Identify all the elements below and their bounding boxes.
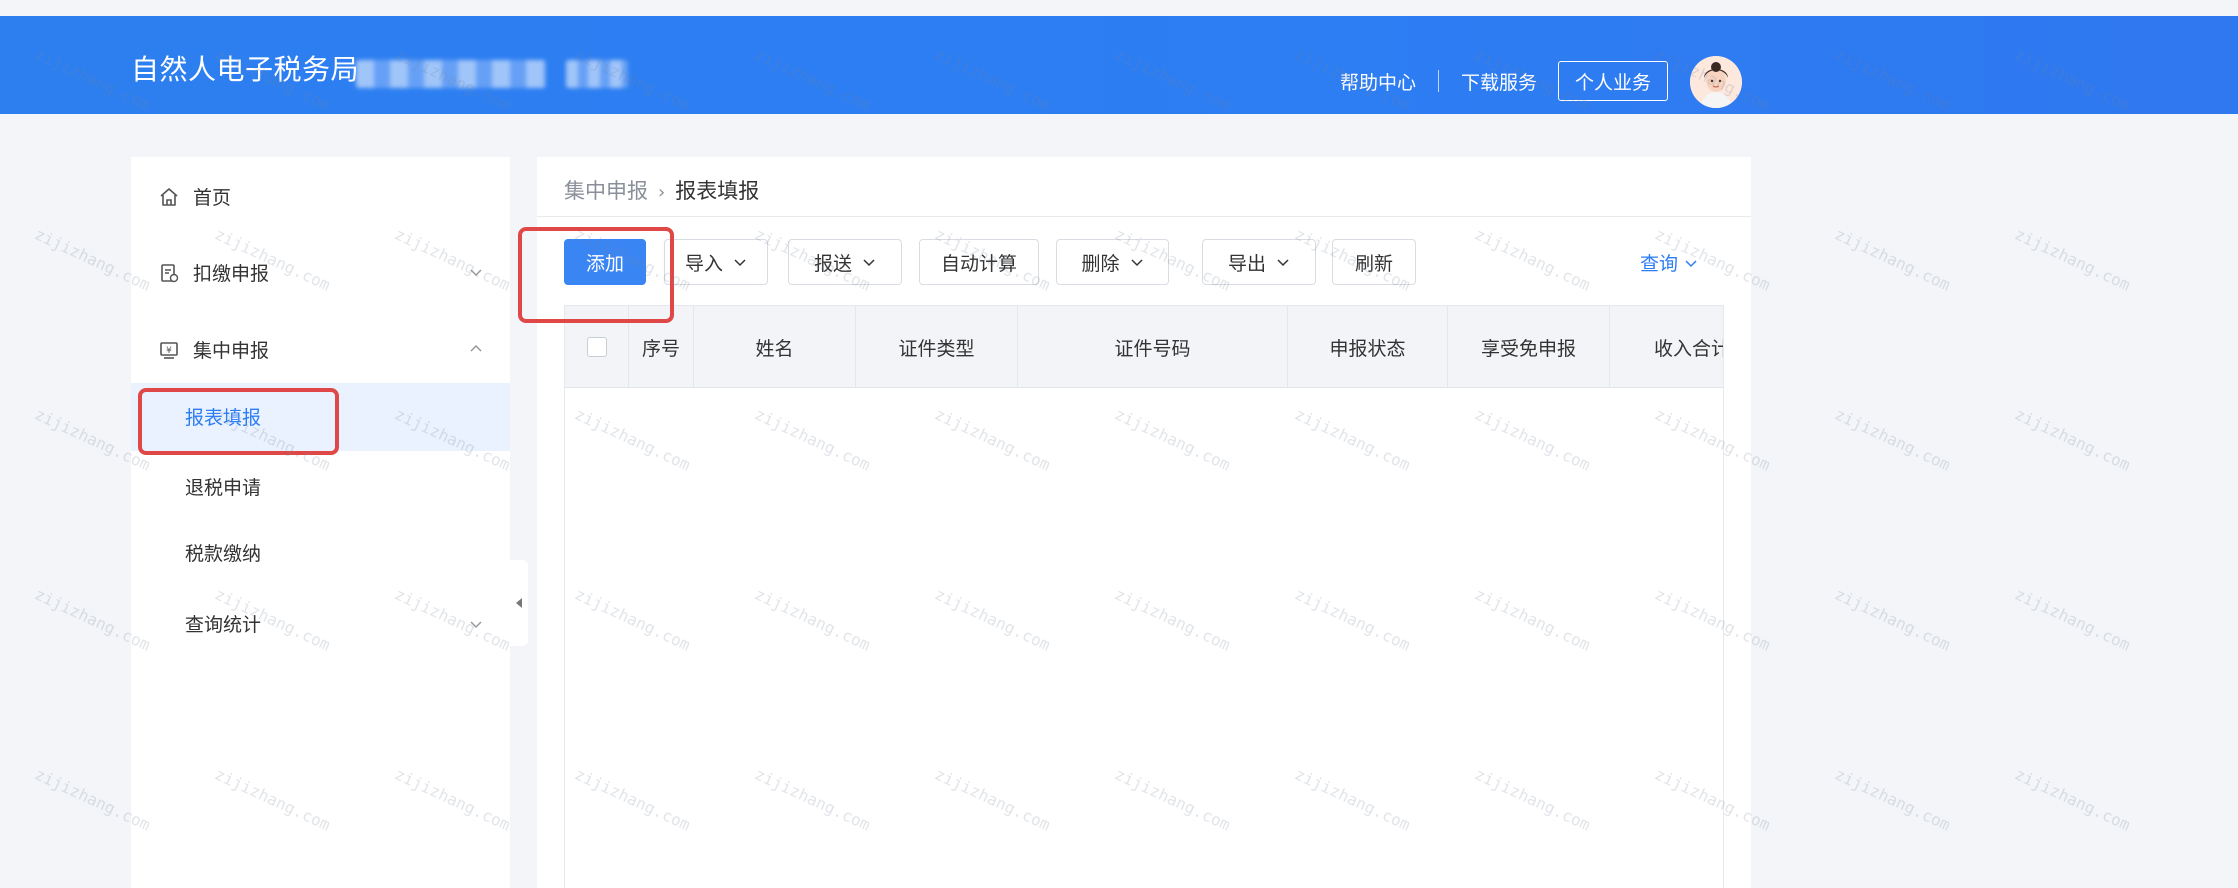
delete-button[interactable]: 删除 [1056,239,1169,285]
auto-calculate-button[interactable]: 自动计算 [919,239,1039,285]
refresh-button-label: 刷新 [1354,252,1393,275]
column-header-name[interactable]: 姓名 [694,306,856,388]
query-label: 查询 [1640,253,1679,275]
column-header-id-type[interactable]: 证件类型 [856,306,1018,388]
query-toggle[interactable]: 查询 [1640,249,1698,276]
column-header-income-total[interactable]: 收入合计 [1610,306,1723,388]
redacted-area-small [566,60,628,88]
sidebar-item-withholding[interactable]: 扣缴申报 [131,252,510,292]
watermark-text: zijizhang.com [1831,584,1954,655]
column-header-exempt[interactable]: 享受免申报 [1448,306,1610,388]
export-button-label: 导出 [1227,252,1266,275]
sidebar-collapse-toggle[interactable] [510,560,528,646]
chevron-down-icon [863,259,875,267]
chevron-down-icon [734,259,746,267]
breadcrumb-parent[interactable]: 集中申报 [564,179,648,203]
watermark-text: zijizhang.com [2011,404,2134,475]
caret-left-icon [516,598,522,608]
chevron-right-icon: › [658,182,666,203]
import-button-label: 导入 [684,252,723,275]
delete-button-label: 删除 [1081,252,1120,275]
home-icon [160,188,178,206]
user-avatar[interactable] [1690,56,1742,108]
column-header-status[interactable]: 申报状态 [1288,306,1448,388]
highlight-add-button [518,227,674,323]
breadcrumb: 集中申报 › 报表填报 [564,175,759,205]
top-header: 自然人电子税务局 帮助中心 下载服务 个人业务 [0,16,2238,114]
refresh-button[interactable]: 刷新 [1332,239,1416,285]
sidebar-item-centralized-declaration[interactable]: ¥ 集中申报 [131,329,510,369]
auto-calculate-button-label: 自动计算 [940,252,1017,275]
sidebar-subitem-label: 税款缴纳 [185,543,262,565]
breadcrumb-current: 报表填报 [675,179,760,203]
sidebar-item-home[interactable]: 首页 [131,176,510,216]
personal-business-button[interactable]: 个人业务 [1558,61,1668,101]
watermark-text: zijizhang.com [2011,764,2134,835]
watermark-text: zijizhang.com [2011,584,2134,655]
chevron-down-icon [1277,259,1289,267]
submit-button-label: 报送 [813,252,852,275]
watermark-text: zijizhang.com [1831,224,1954,295]
select-all-checkbox[interactable] [586,337,607,357]
sidebar-item-label: 首页 [193,186,232,209]
chevron-down-icon [1685,259,1697,267]
withholding-doc-icon [161,264,179,283]
chevron-down-icon [470,621,482,629]
yuan-screen-icon: ¥ [160,342,178,359]
chevron-up-icon [470,344,482,352]
chevron-down-icon [470,269,482,277]
watermark-text: zijizhang.com [2011,224,2134,295]
highlight-report-filling [138,388,339,455]
sidebar-subitem-query-statistics[interactable]: 查询统计 [131,590,510,658]
sidebar-subitem-label: 查询统计 [185,614,262,636]
submit-button[interactable]: 报送 [788,239,902,285]
watermark-text: zijizhang.com [1831,404,1954,475]
main-panel: 集中申报 › 报表填报 添加 导入 报送 自动计算 删除 导出 刷新 查询 序号 姓… [537,157,1751,888]
sidebar-item-label: 扣缴申报 [193,262,270,285]
header-separator [1438,70,1439,92]
sidebar-subitem-tax-payment[interactable]: 税款缴纳 [131,519,510,587]
redacted-area [356,60,546,88]
declaration-table: 序号 姓名 证件类型 证件号码 申报状态 享受免申报 收入合计 [564,305,1724,888]
sidebar-subitem-label: 退税申请 [185,477,262,499]
avatar-icon [1690,56,1742,108]
sidebar-item-label: 集中申报 [193,339,270,362]
export-button[interactable]: 导出 [1202,239,1316,285]
app-title: 自然人电子税务局 [131,53,360,86]
import-button[interactable]: 导入 [664,239,768,285]
help-center-link[interactable]: 帮助中心 [1340,68,1416,95]
sidebar-subitem-tax-refund[interactable]: 退税申请 [131,453,510,521]
column-header-id-number[interactable]: 证件号码 [1018,306,1288,388]
sidebar: 首页 扣缴申报 ¥ 集中申报 报表填报 退税申请 税款缴纳 查询统计 [131,157,510,888]
watermark-text: zijizhang.com [1831,764,1954,835]
svg-text:¥: ¥ [166,346,172,356]
chevron-down-icon [1130,259,1143,267]
header-divider [537,216,1751,217]
download-service-link[interactable]: 下载服务 [1461,68,1537,95]
top-strip [0,0,2238,16]
table-header: 序号 姓名 证件类型 证件号码 申报状态 享受免申报 收入合计 [565,306,1723,388]
